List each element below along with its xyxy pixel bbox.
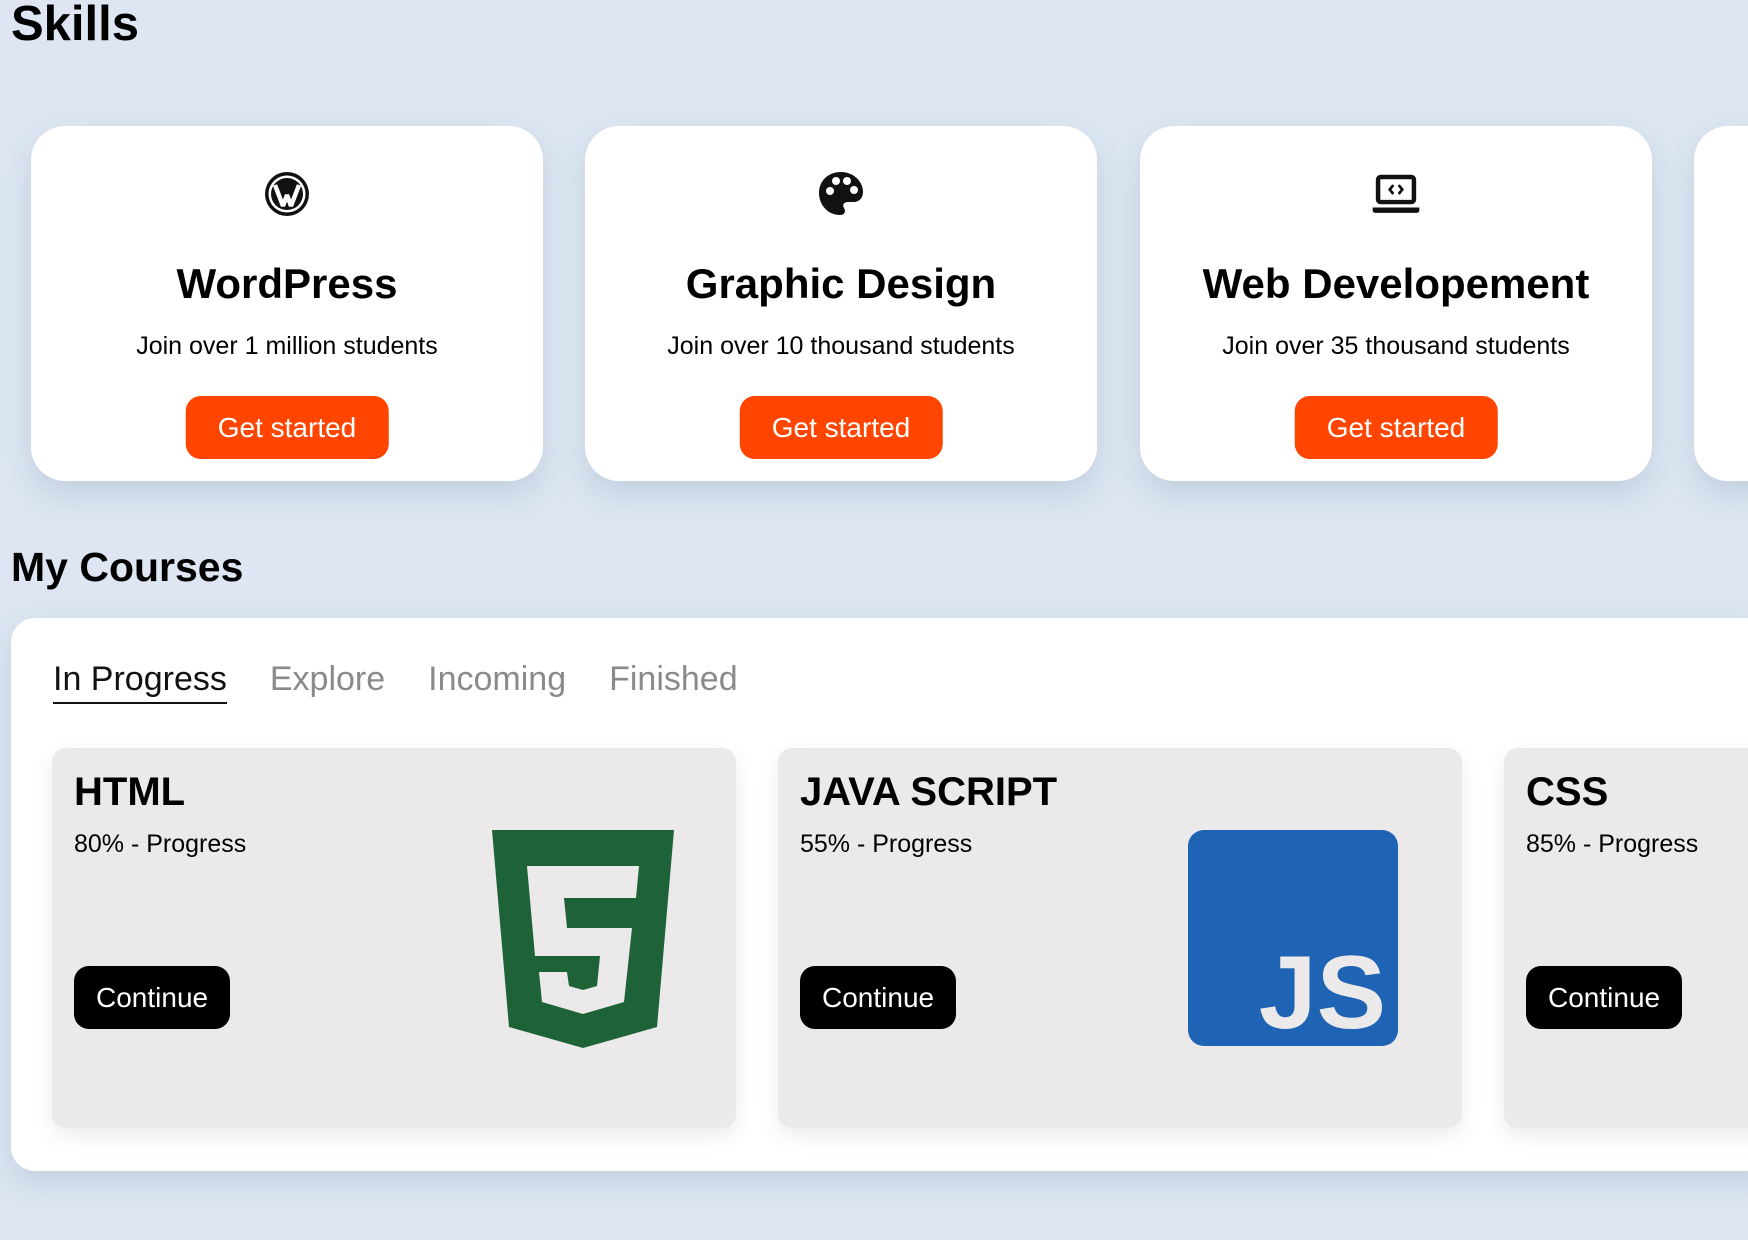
get-started-button-wordpress[interactable]: Get started	[185, 396, 389, 459]
continue-button-css[interactable]: Continue	[1526, 966, 1683, 1029]
skill-name: Graphic Design	[685, 260, 997, 307]
tab-incoming[interactable]: Incoming	[428, 660, 566, 704]
course-name: JAVA SCRIPT	[800, 770, 1058, 814]
tab-finished[interactable]: Finished	[609, 660, 738, 704]
course-tabs: In Progress Explore Incoming Finished	[53, 660, 738, 704]
page: Skills WordPress Join over 1 million stu…	[0, 0, 1748, 1240]
skill-card-partial	[1694, 126, 1748, 481]
tab-in-progress[interactable]: In Progress	[53, 660, 227, 704]
skill-name: Web Developement	[1202, 260, 1590, 307]
skill-name: WordPress	[176, 260, 398, 307]
course-name: CSS	[1526, 770, 1609, 814]
continue-button-javascript[interactable]: Continue	[800, 966, 957, 1029]
course-name: HTML	[74, 770, 186, 814]
html5-logo	[492, 830, 674, 1053]
tab-explore[interactable]: Explore	[270, 660, 385, 704]
skills-title: Skills	[11, 0, 140, 51]
skill-subtitle: Join over 35 thousand students	[1222, 332, 1570, 360]
course-progress: 55% - Progress	[800, 830, 973, 858]
laptop-code-icon	[1370, 168, 1422, 220]
continue-button-html[interactable]: Continue	[74, 966, 231, 1029]
skill-subtitle: Join over 10 thousand students	[667, 332, 1015, 360]
course-progress: 80% - Progress	[74, 830, 247, 858]
svg-text:JS: JS	[1259, 935, 1386, 1046]
palette-icon	[815, 168, 867, 220]
course-card-css: CSS 85% - Progress Continue	[1504, 748, 1748, 1128]
courses-panel: In Progress Explore Incoming Finished HT…	[11, 618, 1748, 1171]
skill-card-wordpress: WordPress Join over 1 million students G…	[31, 126, 543, 481]
course-card-javascript: JAVA SCRIPT 55% - Progress Continue JS	[778, 748, 1462, 1128]
get-started-button-web-development[interactable]: Get started	[1294, 396, 1498, 459]
course-card-html: HTML 80% - Progress Continue	[52, 748, 736, 1128]
skill-card-graphic-design: Graphic Design Join over 10 thousand stu…	[585, 126, 1097, 481]
skill-subtitle: Join over 1 million students	[136, 332, 438, 360]
wordpress-icon	[261, 168, 313, 220]
get-started-button-graphic-design[interactable]: Get started	[739, 396, 943, 459]
javascript-logo: JS	[1188, 830, 1398, 1051]
skill-card-web-development: Web Developement Join over 35 thousand s…	[1140, 126, 1652, 481]
my-courses-title: My Courses	[11, 544, 244, 590]
course-progress: 85% - Progress	[1526, 830, 1699, 858]
